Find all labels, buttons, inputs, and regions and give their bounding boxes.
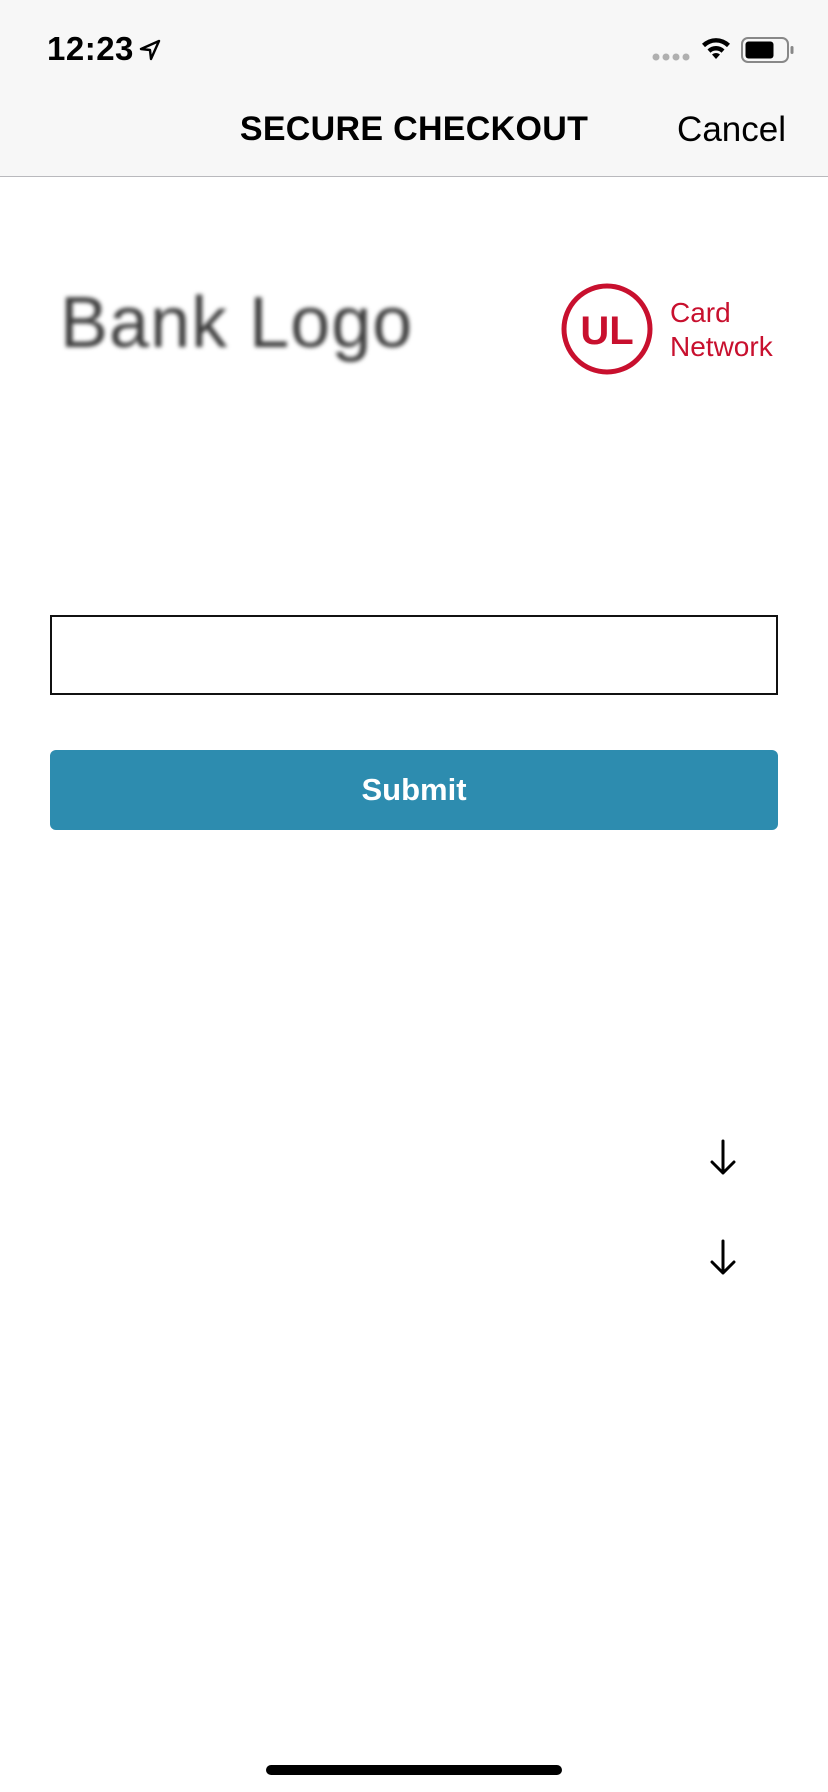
location-arrow-icon <box>139 39 161 61</box>
network-name: Card Network <box>670 296 773 364</box>
battery-icon <box>741 37 794 63</box>
status-time: 12:23 <box>47 30 134 67</box>
network-line-1: Card <box>670 297 731 328</box>
submit-button[interactable]: Submit <box>50 750 778 830</box>
cellular-signal-icon <box>652 53 690 61</box>
network-line-2: Network <box>670 331 773 362</box>
bank-logo: Bank Logo <box>60 283 414 363</box>
wifi-icon <box>702 38 730 59</box>
verification-code-input[interactable] <box>50 615 778 695</box>
home-indicator[interactable] <box>266 1765 562 1775</box>
ul-mark-text: UL <box>580 309 633 353</box>
top-bar: 12:23 SECURE CHECKOUT Cancel <box>0 0 828 177</box>
cancel-button[interactable]: Cancel <box>677 110 786 150</box>
arrow-down-icon[interactable] <box>708 1139 738 1177</box>
card-network-logo: UL Card Network <box>560 282 780 376</box>
ul-mark-icon: UL <box>561 283 653 375</box>
arrow-down-icon[interactable] <box>708 1239 738 1277</box>
